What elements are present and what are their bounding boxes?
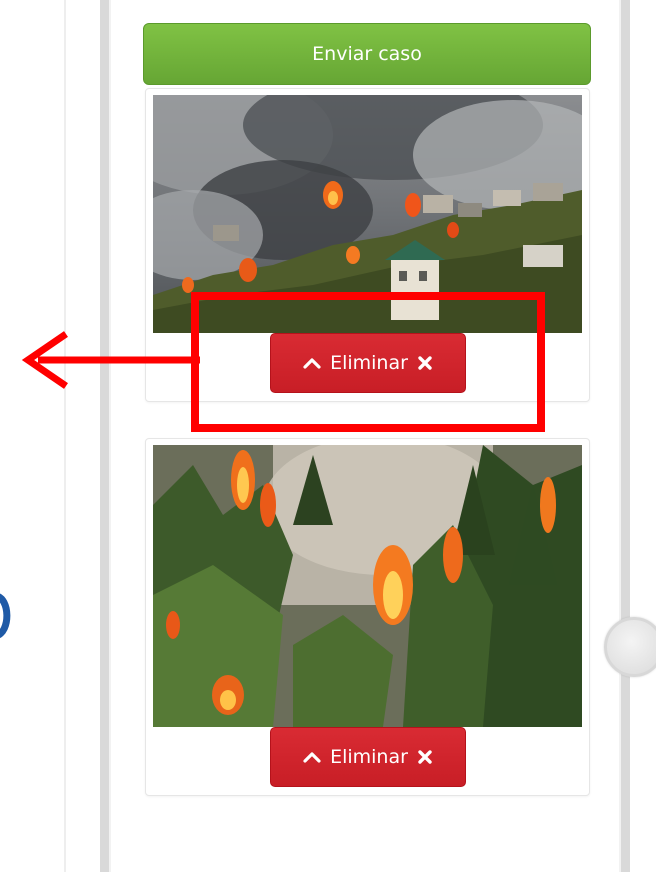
phone-frame-inner-right <box>619 0 621 872</box>
chevron-up-icon <box>303 752 321 763</box>
outer-divider-line <box>64 0 66 872</box>
times-icon <box>418 356 432 370</box>
chevron-up-icon <box>303 358 321 369</box>
scroll-knob[interactable] <box>604 617 656 677</box>
partial-glyph-icon <box>0 593 11 638</box>
fire-photo-image <box>153 95 582 333</box>
delete-button-label: Eliminar <box>330 352 408 374</box>
fire-photo-image <box>153 445 582 727</box>
annotation-arrow-left-icon <box>21 331 200 389</box>
submit-case-button[interactable]: Enviar caso <box>143 23 591 85</box>
phone-frame-inner-left <box>109 0 111 872</box>
photo-card: Eliminar <box>145 438 590 796</box>
fire-photo <box>153 95 582 333</box>
delete-photo-button[interactable]: Eliminar <box>270 333 466 393</box>
delete-button-label: Eliminar <box>330 746 408 768</box>
photo-card: Eliminar <box>145 88 590 402</box>
times-icon <box>418 750 432 764</box>
delete-photo-button[interactable]: Eliminar <box>270 727 466 787</box>
fire-photo <box>153 445 582 727</box>
